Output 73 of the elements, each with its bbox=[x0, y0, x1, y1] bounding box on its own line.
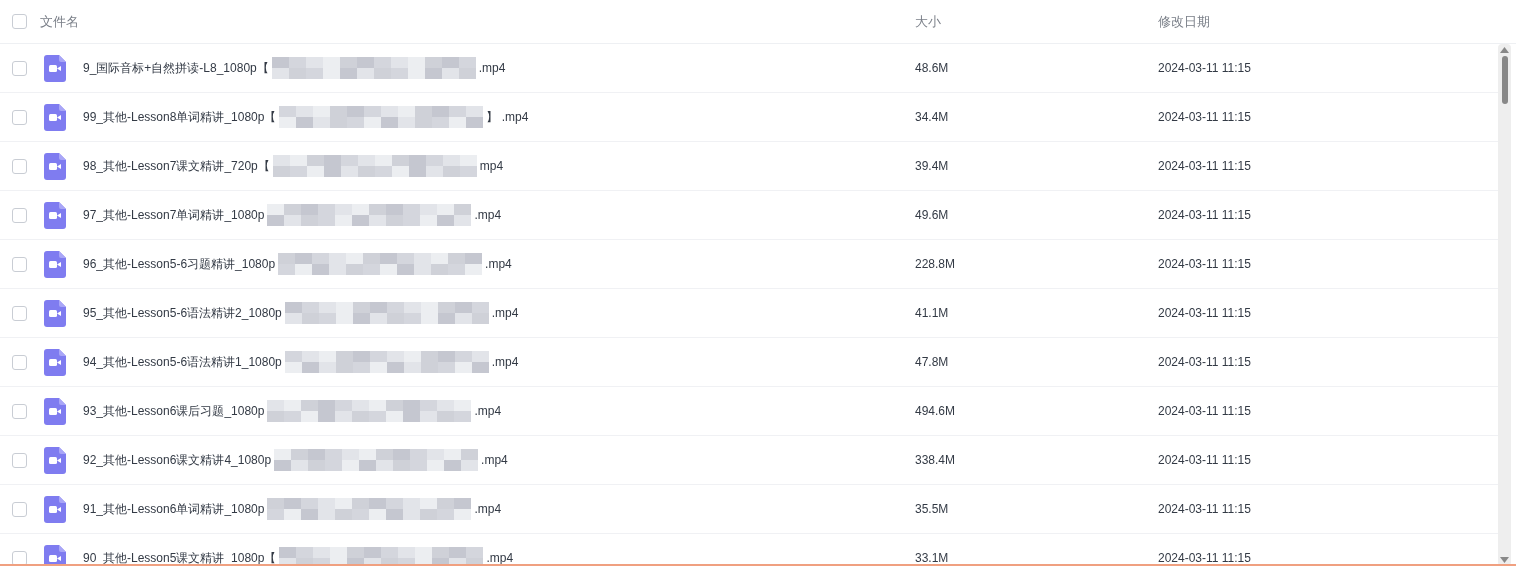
checkbox[interactable] bbox=[12, 550, 27, 564]
file-extension: .mp4 bbox=[478, 60, 506, 77]
video-file-icon bbox=[44, 299, 66, 327]
modified-date: 2024-03-11 11:15 bbox=[1158, 403, 1251, 420]
modified-date: 2024-03-11 11:15 bbox=[1158, 207, 1251, 224]
scrollbar-thumb[interactable] bbox=[1501, 56, 1508, 104]
file-extension: .mp4 bbox=[474, 501, 502, 518]
video-file-icon bbox=[44, 201, 66, 229]
file-name[interactable]: 96_其他-Lesson5-6习题精讲_1080p bbox=[83, 255, 276, 273]
file-size: 34.4M bbox=[915, 109, 950, 126]
file-extension: .mp4 bbox=[485, 256, 512, 273]
file-size: 39.4M bbox=[915, 158, 950, 175]
file-name[interactable]: 94_其他-Lesson5-6语法精讲1_1080p bbox=[83, 353, 282, 371]
column-header: 文件名 bbox=[40, 12, 80, 31]
file-name[interactable]: 90_其他-Lesson5课文精讲_1080p【 bbox=[83, 549, 277, 564]
file-extension: .mp4 bbox=[474, 403, 502, 420]
file-size: 48.6M bbox=[915, 60, 950, 77]
modified-date: 2024-03-11 11:15 bbox=[1158, 60, 1251, 77]
video-file-icon bbox=[44, 103, 66, 131]
file-size: 47.8M bbox=[915, 354, 950, 371]
scrollbar[interactable] bbox=[1498, 44, 1511, 564]
modified-date: 2024-03-11 11:15 bbox=[1158, 256, 1251, 273]
file-size: 33.1M bbox=[915, 550, 950, 564]
modified-date: 2024-03-11 11:15 bbox=[1158, 501, 1251, 518]
checkbox[interactable] bbox=[12, 501, 27, 517]
modified-date: 2024-03-11 11:15 bbox=[1158, 305, 1251, 322]
checkbox[interactable] bbox=[12, 109, 27, 125]
scroll-down-icon[interactable] bbox=[1500, 557, 1509, 563]
modified-date: 2024-03-11 11:15 bbox=[1158, 354, 1251, 371]
file-name[interactable]: 93_其他-Lesson6课后习题_1080p bbox=[83, 402, 265, 420]
video-file-icon bbox=[44, 152, 66, 180]
checkbox[interactable] bbox=[12, 60, 27, 76]
file-size: 35.5M bbox=[915, 501, 950, 518]
video-file-icon bbox=[44, 495, 66, 523]
file-extension: .mp4 bbox=[474, 207, 502, 224]
file-extension: 】 .mp4 bbox=[486, 109, 529, 126]
file-name[interactable]: 98_其他-Lesson7课文精讲_720p【 bbox=[83, 157, 270, 175]
checkbox[interactable] bbox=[12, 403, 27, 419]
file-name[interactable]: 9_国际音标+自然拼读-L8_1080p【 bbox=[83, 59, 269, 77]
checkbox[interactable] bbox=[12, 207, 27, 223]
file-extension: .mp4 bbox=[486, 550, 514, 564]
video-file-icon bbox=[44, 446, 66, 474]
column-header: 大小 bbox=[915, 12, 942, 31]
file-name[interactable]: 97_其他-Lesson7单词精讲_1080p bbox=[83, 206, 265, 224]
checkbox[interactable] bbox=[12, 354, 27, 370]
file-size: 41.1M bbox=[915, 305, 950, 322]
modified-date: 2024-03-11 11:15 bbox=[1158, 158, 1251, 175]
modified-date: 2024-03-11 11:15 bbox=[1158, 550, 1251, 564]
file-size: 49.6M bbox=[915, 207, 950, 224]
file-size: 338.4M bbox=[915, 452, 957, 469]
file-name[interactable]: 95_其他-Lesson5-6语法精讲2_1080p bbox=[83, 304, 282, 322]
file-size: 494.6M bbox=[915, 403, 957, 420]
video-file-icon bbox=[44, 54, 66, 82]
video-file-icon bbox=[44, 250, 66, 278]
scroll-up-icon[interactable] bbox=[1500, 47, 1509, 53]
checkbox[interactable] bbox=[12, 158, 27, 174]
file-name[interactable]: 99_其他-Lesson8单词精讲_1080p【 bbox=[83, 108, 277, 126]
file-extension: .mp4 bbox=[481, 452, 508, 469]
file-size: 228.8M bbox=[915, 256, 957, 273]
checkbox[interactable] bbox=[12, 256, 27, 272]
checkbox[interactable] bbox=[12, 452, 27, 468]
file-extension: mp4 bbox=[479, 158, 504, 175]
modified-date: 2024-03-11 11:15 bbox=[1158, 452, 1251, 469]
column-header: 修改日期 bbox=[1158, 12, 1210, 31]
file-extension: .mp4 bbox=[491, 354, 519, 371]
video-file-icon bbox=[44, 348, 66, 376]
file-name[interactable]: 92_其他-Lesson6课文精讲4_1080p bbox=[83, 451, 272, 469]
file-name[interactable]: 91_其他-Lesson6单词精讲_1080p bbox=[83, 500, 265, 518]
checkbox[interactable] bbox=[12, 14, 27, 29]
checkbox[interactable] bbox=[12, 305, 27, 321]
file-extension: .mp4 bbox=[491, 305, 519, 322]
video-file-icon bbox=[44, 397, 66, 425]
modified-date: 2024-03-11 11:15 bbox=[1158, 109, 1251, 126]
